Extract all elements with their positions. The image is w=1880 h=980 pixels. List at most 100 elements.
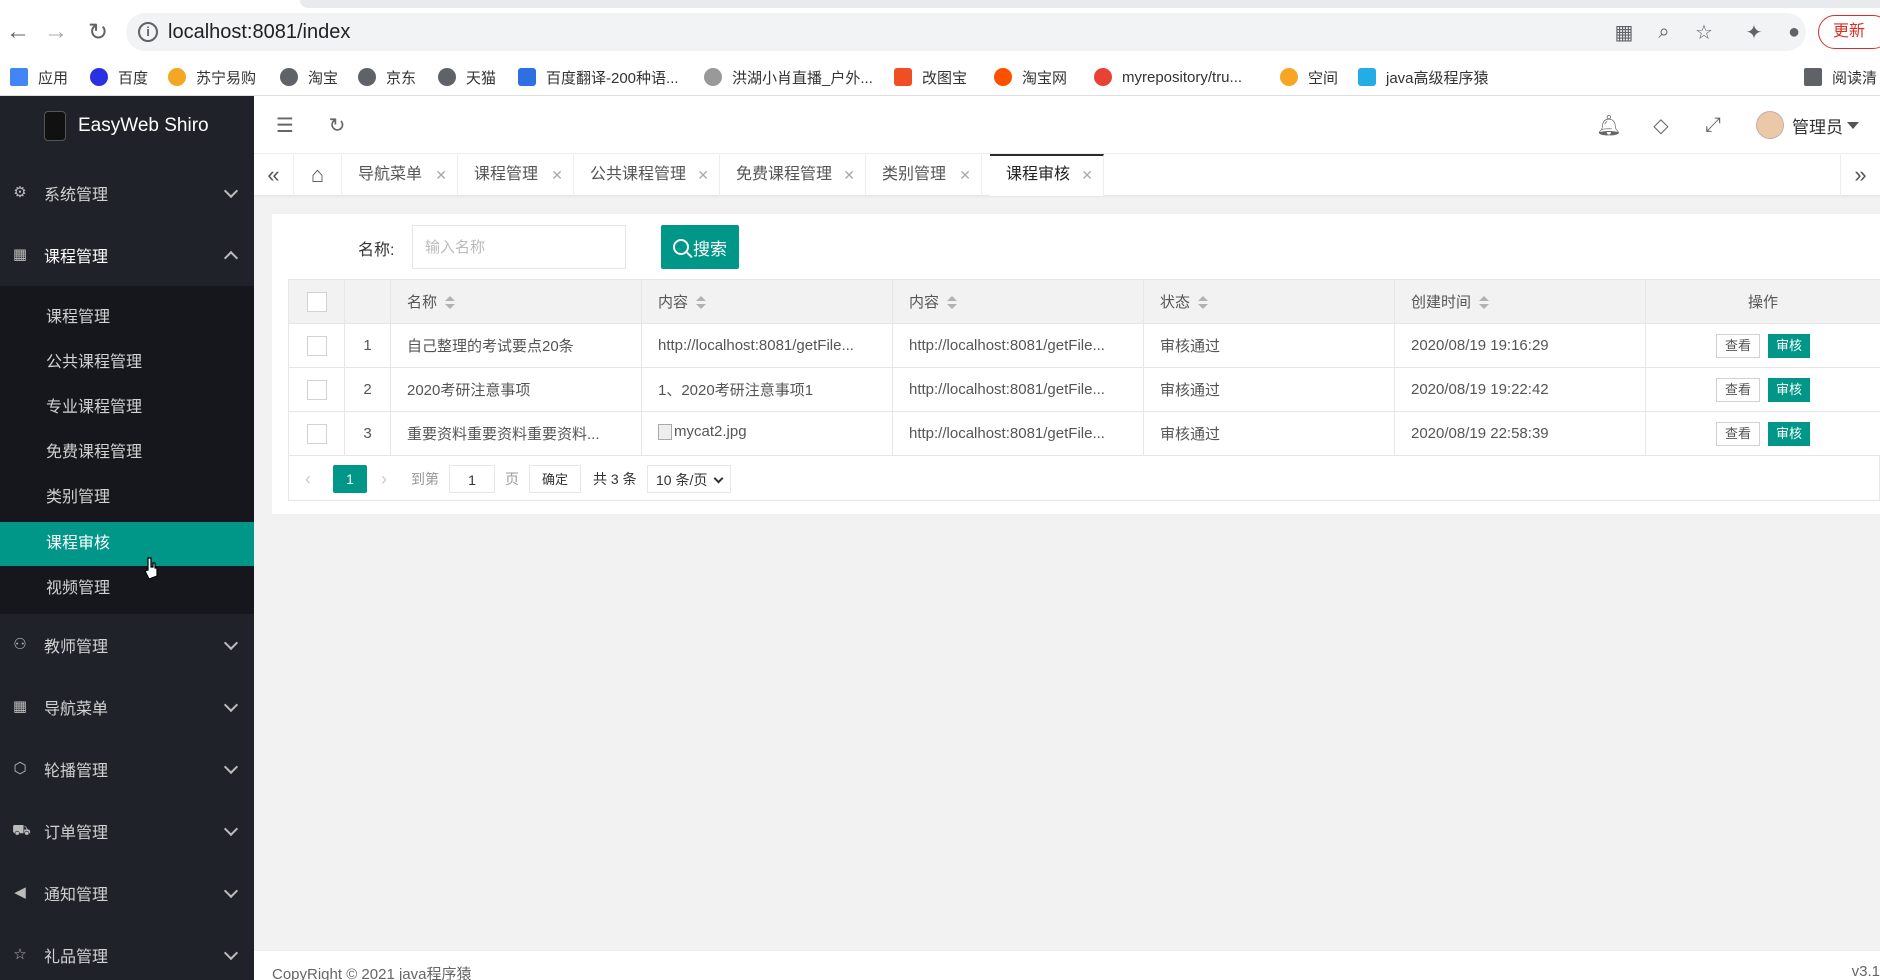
sidebar-item-teacher[interactable]: ⚇ 教师管理 [0, 614, 254, 676]
audit-button[interactable]: 审核 [1768, 421, 1811, 446]
close-icon[interactable]: ✕ [843, 154, 855, 196]
row-checkbox[interactable] [306, 379, 327, 400]
sort-icon[interactable] [445, 296, 456, 310]
close-icon[interactable]: ✕ [435, 154, 447, 196]
tag-icon[interactable]: ◇ [1648, 112, 1674, 138]
column-header-content-2[interactable]: 内容 [892, 279, 1144, 324]
submenu-item-course-audit[interactable]: 课程审核 [0, 522, 254, 566]
tab-free-course[interactable]: 免费课程管理 ✕ [720, 154, 866, 196]
view-button[interactable]: 查看 [1715, 377, 1760, 402]
footer-version: v3.1 [1851, 963, 1880, 980]
bookmark-tmall[interactable]: 天猫 [438, 64, 496, 90]
bookmark-baidu[interactable]: 百度 [90, 64, 148, 90]
bookmark-baidu-translate[interactable]: 百度翻译-200种语... [518, 64, 679, 90]
app-logo[interactable]: EasyWeb Shiro [0, 96, 254, 156]
sidebar-item-orders[interactable]: ⛟ 订单管理 [0, 800, 254, 862]
bookmark-taobao-net[interactable]: 淘宝网 [994, 64, 1067, 90]
bookmark-suning[interactable]: 苏宁易购 [168, 64, 256, 90]
search-button[interactable]: 搜索 [661, 225, 739, 269]
globe-icon [358, 68, 376, 86]
goto-page-input[interactable]: 1 [449, 465, 495, 493]
suning-icon [168, 68, 186, 86]
submenu-item-category[interactable]: 类别管理 [0, 476, 254, 520]
page-1-button[interactable]: 1 [333, 465, 367, 493]
tab-course[interactable]: 课程管理 ✕ [458, 154, 574, 196]
user-menu[interactable]: 管理员 [1756, 109, 1859, 141]
profile-icon[interactable]: ● [1778, 16, 1810, 48]
bookmark-taobao[interactable]: 淘宝 [280, 64, 338, 90]
user-icon: ⚇ [13, 636, 27, 653]
chevron-down-icon [223, 697, 239, 713]
update-button[interactable]: 更新 [1818, 15, 1880, 49]
tab-course-audit[interactable]: 课程审核 ✕ [990, 154, 1104, 196]
bookmark-honghu-live[interactable]: 洪湖小肖直播_户外... [704, 64, 873, 90]
next-page-icon[interactable]: › [381, 465, 387, 493]
cell-status: 审核通过 [1143, 411, 1395, 456]
audit-button[interactable]: 审核 [1768, 333, 1811, 358]
column-header-status[interactable]: 状态 [1143, 279, 1395, 324]
close-icon[interactable]: ✕ [551, 154, 563, 196]
bookmark-star-icon[interactable]: ☆ [1688, 16, 1720, 48]
bookmark-apps[interactable]: 应用 [10, 64, 68, 90]
bookmark-myrepository[interactable]: myrepository/tru... [1094, 64, 1242, 90]
sidebar-item-notice[interactable]: ◀ 通知管理 [0, 862, 254, 924]
sidebar-item-carousel[interactable]: ⬡ 轮播管理 [0, 738, 254, 800]
row-checkbox[interactable] [306, 423, 327, 444]
sidebar-item-system[interactable]: ⚙ 系统管理 [0, 162, 254, 224]
submenu-item-course[interactable]: 课程管理 [0, 296, 254, 340]
cell-name: 重要资料重要资料重要资料... [390, 411, 642, 456]
fullscreen-icon[interactable]: ⤢ [1700, 112, 1726, 138]
sort-icon[interactable] [696, 296, 707, 310]
audit-button[interactable]: 审核 [1768, 377, 1811, 402]
sidebar-item-gift[interactable]: ☆ 礼品管理 [0, 924, 254, 980]
tabs-scroll-left-icon[interactable]: « [254, 154, 294, 196]
bookmark-reading-list[interactable]: 阅读清 [1804, 64, 1877, 90]
address-bar[interactable]: i localhost:8081/index [126, 13, 1806, 51]
sort-icon[interactable] [1198, 296, 1209, 310]
name-search-input[interactable] [412, 225, 626, 269]
bookmark-space[interactable]: 空间 [1280, 64, 1338, 90]
menu-toggle-icon[interactable]: ☰ [272, 112, 298, 138]
sort-icon[interactable] [947, 296, 958, 310]
sidebar-item-nav-menu[interactable]: ▦ 导航菜单 [0, 676, 254, 738]
submenu-item-video[interactable]: 视频管理 [0, 567, 254, 611]
bell-icon[interactable]: 🔔︎ [1596, 112, 1622, 138]
submenu-item-major-course[interactable]: 专业课程管理 [0, 386, 254, 430]
zoom-icon[interactable]: ⌕ [1648, 16, 1680, 48]
refresh-icon[interactable]: ↻ [324, 112, 350, 138]
back-arrow-icon[interactable]: ← [2, 16, 34, 48]
tab-nav-menu[interactable]: 导航菜单 ✕ [342, 154, 458, 196]
close-icon[interactable]: ✕ [1081, 156, 1093, 194]
search-label: 名称: [358, 242, 395, 259]
tab-category[interactable]: 类别管理 ✕ [866, 154, 982, 196]
page-size-select[interactable]: 10 条/页 [647, 465, 731, 493]
select-all-checkbox[interactable] [306, 291, 327, 312]
submenu-item-free-course[interactable]: 免费课程管理 [0, 431, 254, 475]
column-header-created[interactable]: 创建时间 [1394, 279, 1646, 324]
prev-page-icon[interactable]: ‹ [305, 465, 311, 493]
reload-icon[interactable]: ↻ [82, 16, 114, 48]
mouse-pointer-icon [144, 557, 158, 580]
bookmark-jd[interactable]: 京东 [358, 64, 416, 90]
tabs-scroll-right-icon[interactable]: » [1840, 154, 1880, 196]
forward-arrow-icon[interactable]: → [40, 16, 72, 48]
view-button[interactable]: 查看 [1715, 421, 1760, 446]
column-header-name[interactable]: 名称 [390, 279, 642, 324]
home-tab-icon[interactable]: ⌂ [294, 154, 342, 196]
qr-code-icon[interactable]: ▦ [1608, 16, 1640, 48]
extensions-icon[interactable]: ✦ [1738, 16, 1770, 48]
close-icon[interactable]: ✕ [697, 154, 709, 196]
browser-chrome: ← → ↻ i localhost:8081/index ▦ ⌕ ☆ ✦ ● 更… [0, 0, 1880, 96]
column-header-content[interactable]: 内容 [641, 279, 893, 324]
bookmark-java[interactable]: java高级程序猿 [1358, 64, 1489, 90]
site-info-icon[interactable]: i [138, 22, 158, 42]
sort-icon[interactable] [1479, 296, 1490, 310]
bookmark-gaitubao[interactable]: 改图宝 [894, 64, 967, 90]
view-button[interactable]: 查看 [1715, 333, 1760, 358]
tab-public-course[interactable]: 公共课程管理 ✕ [574, 154, 720, 196]
close-icon[interactable]: ✕ [959, 154, 971, 196]
sidebar-item-course[interactable]: ▦ 课程管理 [0, 224, 254, 286]
submenu-item-public-course[interactable]: 公共课程管理 [0, 341, 254, 385]
row-checkbox[interactable] [306, 335, 327, 356]
goto-confirm-button[interactable]: 确定 [529, 465, 581, 493]
